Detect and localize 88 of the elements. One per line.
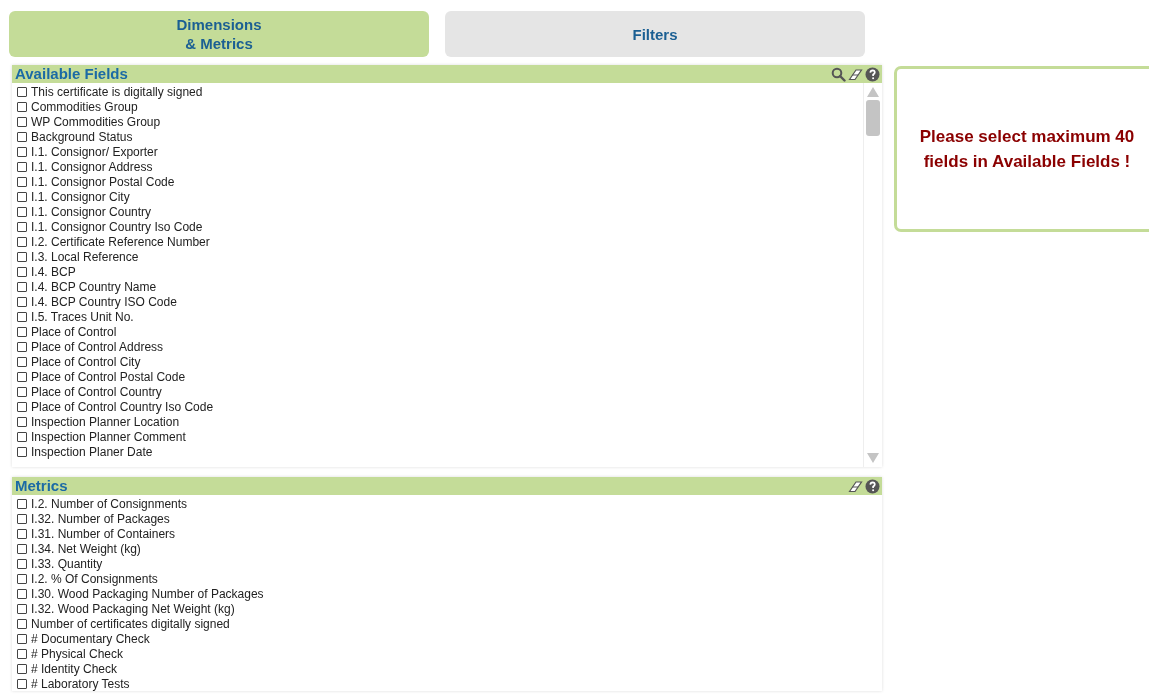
field-option[interactable]: I.32. Number of Packages	[17, 511, 170, 526]
warning-message: Please select maximum 40 fields in Available Fields !	[918, 126, 1136, 173]
field-option[interactable]: # Laboratory Tests	[17, 676, 130, 691]
checkbox[interactable]	[17, 678, 27, 689]
eraser-icon[interactable]	[848, 66, 863, 82]
field-option[interactable]: I.33. Quantity	[17, 556, 103, 571]
field-option[interactable]: Commodities Group	[17, 99, 138, 114]
checkbox[interactable]	[17, 176, 27, 187]
field-option[interactable]: I.1. Consignor Country Iso Code	[17, 219, 203, 234]
checkbox[interactable]	[17, 528, 27, 539]
field-option[interactable]: I.1. Consignor/ Exporter	[17, 144, 158, 159]
field-option[interactable]: Place of Control Country	[17, 384, 162, 399]
checkbox[interactable]	[17, 573, 27, 584]
field-option[interactable]: Inspection Planner Comment	[17, 429, 186, 444]
field-option[interactable]: Place of Control Country Iso Code	[17, 399, 214, 414]
checkbox[interactable]	[17, 281, 27, 292]
help-icon[interactable]	[865, 478, 880, 494]
checkbox[interactable]	[17, 648, 27, 659]
checkbox[interactable]	[17, 191, 27, 202]
field-option[interactable]: I.2. % Of Consignments	[17, 571, 158, 586]
field-option[interactable]: I.5. Traces Unit No.	[17, 309, 134, 324]
checkbox[interactable]	[17, 116, 27, 127]
checkbox[interactable]	[17, 588, 27, 599]
field-option[interactable]: This certificate is digitally signed	[17, 84, 203, 99]
field-option[interactable]: I.2. Certificate Reference Number	[17, 234, 210, 249]
field-option[interactable]: # Documentary Check	[17, 631, 150, 646]
checkbox[interactable]	[17, 341, 27, 352]
checkbox[interactable]	[17, 416, 27, 427]
checkbox[interactable]	[17, 558, 27, 569]
checkbox[interactable]	[17, 431, 27, 442]
scrollbar-thumb[interactable]	[866, 100, 880, 136]
field-option[interactable]: Place of Control Postal Code	[17, 369, 186, 384]
field-option[interactable]: Place of Control Address	[17, 339, 164, 354]
checkbox[interactable]	[17, 446, 27, 457]
field-option[interactable]: I.4. BCP Country ISO Code	[17, 294, 177, 309]
checkbox[interactable]	[17, 371, 27, 382]
panel-title: Available Fields	[15, 65, 128, 83]
checkbox[interactable]	[17, 356, 27, 367]
field-option[interactable]: Inspection Planer Date	[17, 444, 153, 459]
field-option[interactable]: I.1. Consignor Country	[17, 204, 152, 219]
checkbox[interactable]	[17, 236, 27, 247]
checkbox[interactable]	[17, 221, 27, 232]
scrollbar[interactable]	[863, 83, 882, 467]
field-option[interactable]: Inspection Planner Location	[17, 414, 180, 429]
field-option[interactable]: I.30. Wood Packaging Number of Packages	[17, 586, 264, 601]
tab[interactable]: Dimensions & Metrics	[9, 11, 429, 57]
field-option[interactable]: I.32. Wood Packaging Net Weight (kg)	[17, 601, 235, 616]
panel-title: Metrics	[15, 477, 68, 495]
field-option[interactable]: I.31. Number of Containers	[17, 526, 176, 541]
checkbox[interactable]	[17, 266, 27, 277]
checkbox[interactable]	[17, 498, 27, 509]
checkbox[interactable]	[17, 513, 27, 524]
checkbox[interactable]	[17, 161, 27, 172]
checkbox[interactable]	[17, 663, 27, 674]
checkbox[interactable]	[17, 251, 27, 262]
field-option[interactable]: I.2. Number of Consignments	[17, 496, 188, 511]
checkbox[interactable]	[17, 401, 27, 412]
field-option[interactable]: # Physical Check	[17, 646, 124, 661]
field-option[interactable]: WP Commodities Group	[17, 114, 161, 129]
tab[interactable]: Filters	[445, 11, 865, 57]
checkbox[interactable]	[17, 131, 27, 142]
field-option[interactable]: I.3. Local Reference	[17, 249, 139, 264]
field-option[interactable]: I.1. Consignor Postal Code	[17, 174, 175, 189]
checkbox[interactable]	[17, 618, 27, 629]
field-option[interactable]: I.1. Consignor City	[17, 189, 130, 204]
checkbox[interactable]	[17, 633, 27, 644]
checkbox[interactable]	[17, 386, 27, 397]
search-icon[interactable]	[831, 66, 846, 82]
checkbox[interactable]	[17, 86, 27, 97]
checkbox[interactable]	[17, 101, 27, 112]
eraser-icon[interactable]	[848, 478, 863, 494]
checkbox[interactable]	[17, 543, 27, 554]
checkbox[interactable]	[17, 206, 27, 217]
field-option[interactable]: I.1. Consignor Address	[17, 159, 153, 174]
checkbox[interactable]	[17, 603, 27, 614]
checkbox[interactable]	[17, 296, 27, 307]
field-option[interactable]: I.34. Net Weight (kg)	[17, 541, 141, 556]
field-option[interactable]: # Identity Check	[17, 661, 118, 676]
checkbox[interactable]	[17, 326, 27, 337]
help-icon[interactable]	[865, 66, 880, 82]
field-option[interactable]: Place of Control	[17, 324, 117, 339]
checkbox[interactable]	[17, 311, 27, 322]
field-option[interactable]: Number of certificates digitally signed	[17, 616, 230, 631]
field-option[interactable]: Place of Control City	[17, 354, 141, 369]
field-option[interactable]: I.4. BCP Country Name	[17, 279, 157, 294]
field-option[interactable]: Background Status	[17, 129, 133, 144]
checkbox[interactable]	[17, 146, 27, 157]
field-option[interactable]: I.4. BCP	[17, 264, 76, 279]
